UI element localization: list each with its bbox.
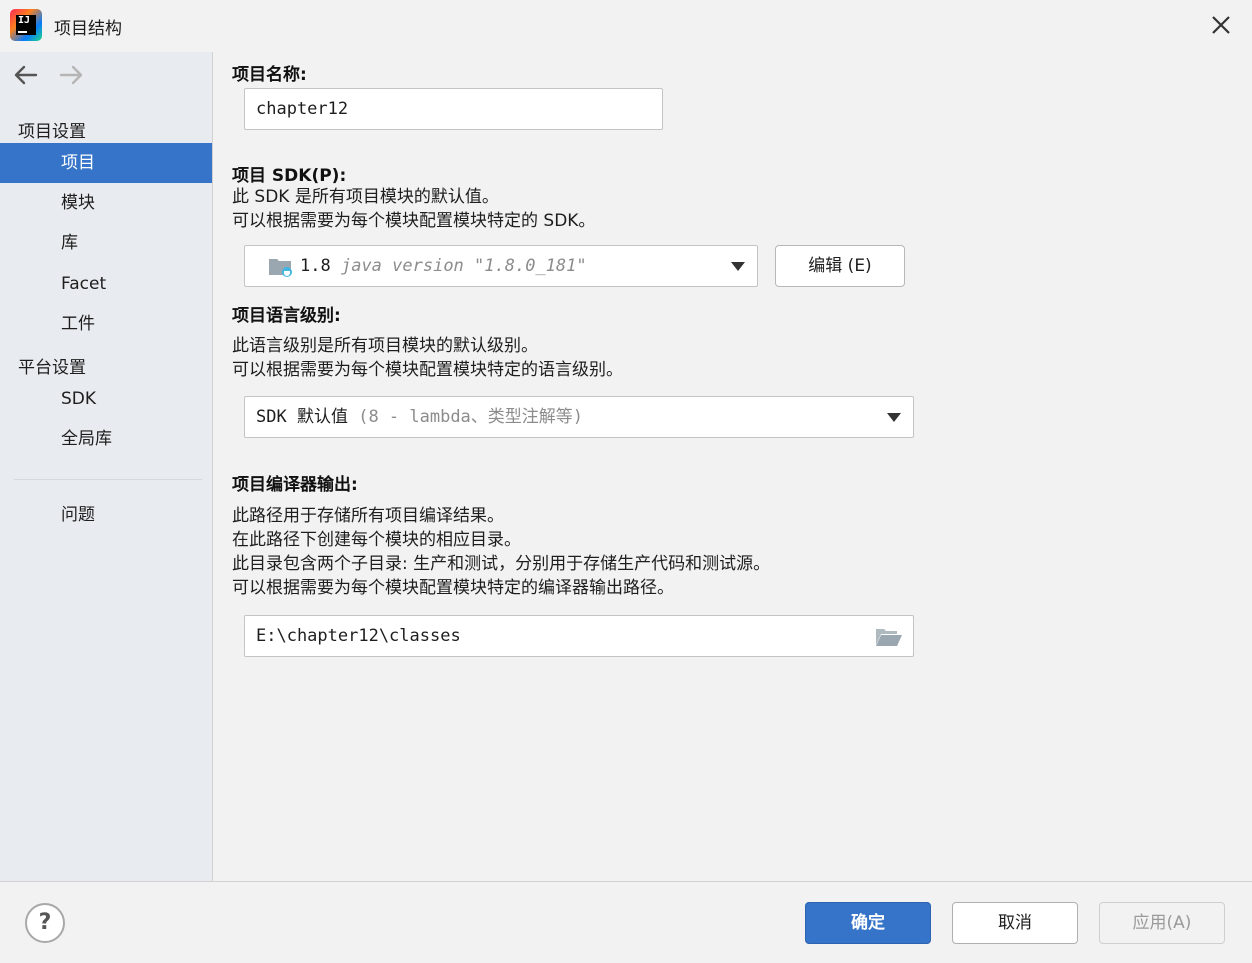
- java-sdk-folder-icon: [269, 259, 292, 277]
- sidebar-item-sdks[interactable]: SDK: [0, 379, 212, 419]
- apply-button: 应用(A): [1099, 902, 1225, 944]
- language-level-detail: (8 - lambda、类型注解等): [358, 407, 584, 427]
- help-icon[interactable]: ?: [25, 903, 65, 943]
- compiler-output-desc-2: 在此路径下创建每个模块的相应目录。: [232, 530, 521, 550]
- project-name-value: chapter12: [256, 99, 349, 119]
- arrow-left-icon[interactable]: [10, 60, 40, 90]
- compiler-output-path-input[interactable]: E:\chapter12\classes: [244, 615, 914, 657]
- title-bar: IJ 项目结构: [0, 0, 1252, 52]
- dialog-footer: ? 确定 取消 应用(A): [0, 881, 1252, 963]
- language-level-value: SDK 默认值: [256, 407, 348, 427]
- project-name-label: 项目名称:: [232, 65, 307, 85]
- project-name-input[interactable]: chapter12: [244, 88, 663, 130]
- project-sdk-desc-1: 此 SDK 是所有项目模块的默认值。: [232, 187, 499, 207]
- sidebar: 项目设置 项目 模块 库 Facet 工件 平台设置 SDK 全局库 问题: [0, 52, 213, 881]
- arrow-right-icon: [57, 60, 87, 90]
- project-sdk-label: 项目 SDK(P):: [232, 166, 347, 186]
- sidebar-item-artifacts[interactable]: 工件: [0, 304, 212, 344]
- sidebar-header-project-settings: 项目设置: [18, 122, 86, 142]
- project-sdk-dropdown[interactable]: 1.8 java version "1.8.0_181": [244, 245, 758, 287]
- sidebar-item-libraries[interactable]: 库: [0, 223, 212, 263]
- sdk-detail: java version "1.8.0_181": [340, 256, 587, 276]
- sidebar-item-facets[interactable]: Facet: [0, 264, 212, 304]
- chevron-down-icon: [886, 411, 902, 423]
- language-level-dropdown[interactable]: SDK 默认值 (8 - lambda、类型注解等): [244, 396, 914, 438]
- intellij-idea-logo-icon: IJ: [10, 9, 42, 41]
- compiler-output-desc-1: 此路径用于存储所有项目编译结果。: [232, 506, 504, 526]
- close-icon[interactable]: [1208, 12, 1234, 38]
- project-settings-panel: 项目名称: chapter12 项目 SDK(P): 此 SDK 是所有项目模块…: [213, 52, 1252, 881]
- language-level-label: 项目语言级别:: [232, 306, 341, 326]
- sidebar-item-modules[interactable]: 模块: [0, 183, 212, 223]
- folder-open-icon[interactable]: [875, 626, 903, 648]
- chevron-down-icon: [730, 260, 746, 272]
- sidebar-item-global-libraries[interactable]: 全局库: [0, 419, 212, 459]
- cancel-button[interactable]: 取消: [952, 902, 1078, 944]
- sidebar-item-problems[interactable]: 问题: [0, 495, 212, 535]
- project-sdk-desc-2: 可以根据需要为每个模块配置模块特定的 SDK。: [232, 211, 596, 231]
- ok-button[interactable]: 确定: [805, 902, 931, 944]
- compiler-output-path-value: E:\chapter12\classes: [256, 626, 461, 646]
- language-level-desc-1: 此语言级别是所有项目模块的默认级别。: [232, 336, 538, 356]
- compiler-output-label: 项目编译器输出:: [232, 475, 358, 495]
- sidebar-item-project[interactable]: 项目: [0, 143, 212, 183]
- sdk-version: 1.8: [300, 256, 331, 276]
- compiler-output-desc-4: 可以根据需要为每个模块配置模块特定的编译器输出路径。: [232, 578, 674, 598]
- edit-sdk-button[interactable]: 编辑 (E): [775, 245, 905, 287]
- language-level-desc-2: 可以根据需要为每个模块配置模块特定的语言级别。: [232, 360, 623, 380]
- sidebar-divider: [14, 479, 202, 480]
- window-title: 项目结构: [54, 19, 122, 39]
- sidebar-header-platform-settings: 平台设置: [18, 358, 86, 378]
- compiler-output-desc-3: 此目录包含两个子目录: 生产和测试，分别用于存储生产代码和测试源。: [232, 554, 771, 574]
